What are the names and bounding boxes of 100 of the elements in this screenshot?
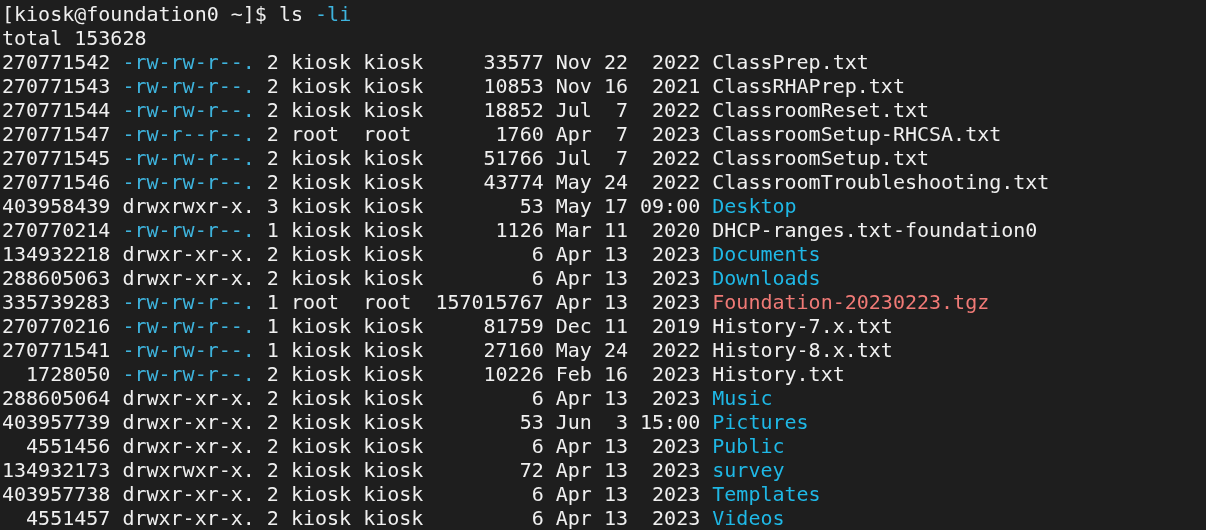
group: root	[363, 290, 424, 314]
file-size: 1126	[494, 218, 544, 242]
time: 2019	[651, 314, 701, 338]
file-name: History-7.x.txt	[712, 314, 893, 338]
inode-number: 288605063	[2, 266, 111, 290]
permissions: -rw-rw-r--.	[122, 314, 255, 338]
day: 22	[603, 50, 628, 74]
day: 13	[603, 506, 628, 530]
day: 24	[603, 170, 628, 194]
group: kiosk	[363, 314, 424, 338]
day: 7	[603, 122, 628, 146]
month: Apr	[555, 506, 592, 530]
month: Dec	[555, 314, 592, 338]
time: 2023	[651, 482, 701, 506]
permissions: -rw-rw-r--.	[122, 362, 255, 386]
file-name: History-8.x.txt	[712, 338, 893, 362]
group: kiosk	[363, 218, 424, 242]
inode-number: 270771544	[2, 98, 111, 122]
permissions: drwxr-xr-x.	[122, 434, 255, 458]
inode-number: 4551457	[25, 506, 111, 530]
permissions: -rw-rw-r--.	[122, 74, 255, 98]
link-count: 2	[266, 266, 279, 290]
link-count: 2	[266, 146, 279, 170]
file-size: 157015767	[435, 290, 544, 314]
owner: kiosk	[290, 242, 352, 266]
group: kiosk	[363, 338, 424, 362]
owner: kiosk	[290, 194, 352, 218]
month: Apr	[555, 386, 592, 410]
owner: kiosk	[290, 458, 352, 482]
inode-number: 270770216	[2, 314, 111, 338]
permissions: -rw-rw-r--.	[122, 98, 255, 122]
inode-number: 270771547	[2, 122, 111, 146]
inode-number: 1728050	[25, 362, 111, 386]
time: 2023	[651, 122, 701, 146]
day: 13	[603, 458, 628, 482]
month: Jun	[555, 410, 592, 434]
total-blocks: total 153628	[2, 26, 147, 50]
shell-prompt: [kiosk@foundation0 ~]$	[2, 2, 267, 26]
permissions: -rw-rw-r--.	[122, 146, 255, 170]
day: 13	[603, 482, 628, 506]
owner: kiosk	[290, 146, 352, 170]
time: 2023	[651, 266, 701, 290]
group: kiosk	[363, 410, 424, 434]
group: kiosk	[363, 458, 424, 482]
group: kiosk	[363, 194, 424, 218]
file-size: 53	[518, 194, 544, 218]
inode-number: 288605064	[2, 386, 111, 410]
month: Apr	[555, 122, 592, 146]
time: 2023	[651, 434, 701, 458]
owner: kiosk	[290, 314, 352, 338]
time: 2023	[651, 290, 701, 314]
inode-number: 403957739	[2, 410, 111, 434]
link-count: 2	[266, 74, 279, 98]
permissions: -rw-rw-r--.	[122, 290, 255, 314]
owner: kiosk	[290, 410, 352, 434]
owner: kiosk	[290, 386, 352, 410]
day: 11	[603, 218, 628, 242]
group: kiosk	[363, 482, 424, 506]
group: kiosk	[363, 146, 424, 170]
file-name: Videos	[712, 506, 785, 530]
file-size: 72	[518, 458, 544, 482]
time: 2023	[651, 506, 701, 530]
inode-number: 270771543	[2, 74, 111, 98]
file-size: 10226	[482, 362, 544, 386]
owner: kiosk	[290, 74, 352, 98]
link-count: 2	[266, 362, 279, 386]
permissions: drwxr-xr-x.	[122, 266, 255, 290]
day: 13	[603, 434, 628, 458]
file-name: Documents	[712, 242, 821, 266]
link-count: 1	[266, 338, 279, 362]
day: 13	[603, 266, 628, 290]
day: 7	[603, 98, 628, 122]
permissions: -rw-r--r--.	[122, 122, 255, 146]
month: Apr	[555, 242, 592, 266]
file-size: 1760	[494, 122, 544, 146]
inode-number: 270771545	[2, 146, 111, 170]
month: Apr	[555, 290, 592, 314]
month: Apr	[555, 482, 592, 506]
month: Jul	[555, 146, 592, 170]
link-count: 2	[266, 122, 279, 146]
time: 2022	[651, 50, 701, 74]
file-size: 51766	[482, 146, 544, 170]
owner: kiosk	[290, 434, 352, 458]
month: May	[555, 194, 592, 218]
file-name: History.txt	[712, 362, 845, 386]
file-size: 6	[530, 266, 544, 290]
file-name: ClassRHAPrep.txt	[712, 74, 905, 98]
day: 13	[603, 242, 628, 266]
file-name: Foundation-20230223.tgz	[712, 290, 990, 314]
link-count: 2	[266, 458, 279, 482]
file-size: 6	[530, 434, 544, 458]
inode-number: 270770214	[2, 218, 111, 242]
day: 11	[603, 314, 628, 338]
owner: kiosk	[290, 50, 352, 74]
permissions: -rw-rw-r--.	[122, 170, 255, 194]
file-size: 6	[530, 242, 544, 266]
time: 2023	[651, 242, 701, 266]
month: Feb	[555, 362, 592, 386]
month: Apr	[555, 458, 592, 482]
inode-number: 403958439	[2, 194, 111, 218]
